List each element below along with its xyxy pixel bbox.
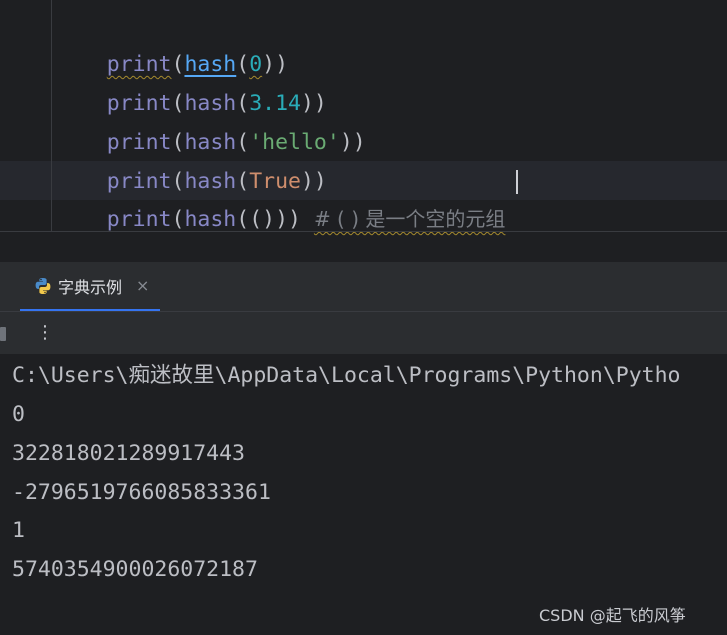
code-line-1[interactable]: print(hash(0)) [55, 6, 288, 77]
run-tab[interactable]: 字典示例 × [20, 262, 160, 311]
builtin-hash: hash [184, 207, 237, 232]
text-caret [516, 170, 518, 194]
builtin-print: print [106, 207, 172, 232]
console-line: 322818021289917443 [12, 441, 245, 466]
watermark: CSDN @起飞的风筝 [539, 606, 686, 625]
python-icon [35, 277, 51, 294]
stop-icon[interactable] [0, 327, 6, 341]
console-line: 5740354900026072187 [12, 557, 258, 582]
console-line: 0 [12, 402, 25, 427]
gutter-divider [51, 0, 52, 231]
code-editor[interactable]: print(hash(0)) print(hash(3.14)) print(h… [0, 0, 727, 232]
run-toolbar [0, 312, 727, 354]
more-vertical-icon[interactable]: ⋮ [36, 320, 54, 346]
console-output[interactable]: C:\Users\痴迷故里\AppData\Local\Programs\Pyt… [0, 355, 727, 635]
editor-divider [0, 231, 727, 232]
code-line-2[interactable]: print(hash(3.14)) [55, 45, 327, 116]
console-line: -2796519766085833361 [12, 480, 271, 505]
run-tool-window-header: 字典示例 × [0, 262, 727, 312]
console-line: C:\Users\痴迷故里\AppData\Local\Programs\Pyt… [12, 363, 681, 388]
close-icon[interactable]: × [136, 276, 149, 295]
code-comment: # ( ) 是一个空的元组 [313, 207, 506, 231]
console-line: 1 [12, 518, 25, 543]
code-line-3[interactable]: print(hash('hello')) [55, 84, 366, 155]
run-tab-label: 字典示例 [58, 277, 123, 297]
code-line-5[interactable]: print(hash(())) # ( ) 是一个空的元组 [55, 161, 506, 232]
code-line-4[interactable]: print(hash(True)) [55, 123, 327, 194]
argument: () [249, 207, 276, 232]
